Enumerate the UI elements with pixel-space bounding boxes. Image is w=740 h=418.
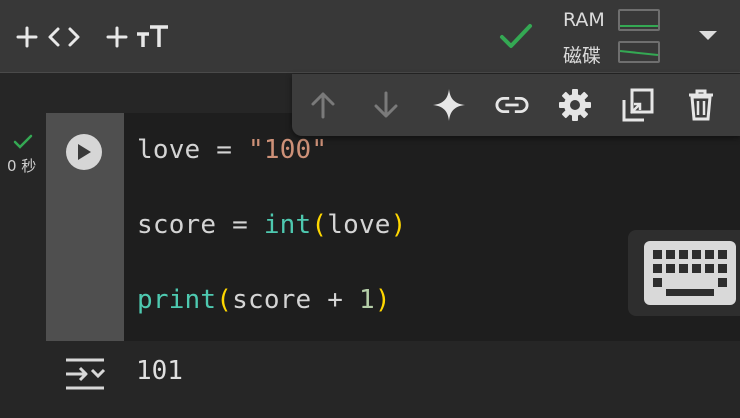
add-code-icon [16,26,80,48]
add-code-button[interactable] [14,18,84,56]
mirror-cell-icon [622,88,654,122]
output-actions-icon[interactable] [64,356,106,396]
code-token: score + [232,285,359,315]
ram-label: RAM [563,9,605,31]
sparkle-icon [433,89,465,121]
add-text-icon [106,25,168,48]
disk-usage-meter[interactable] [618,41,660,63]
code-token: ( [216,285,233,315]
code-token: love = [137,135,248,165]
arrow-up-icon [311,92,335,119]
add-text-button[interactable] [104,18,174,56]
code-token: int [263,210,312,240]
code-token: "100" [247,135,328,165]
code-token: print [137,285,217,315]
code-line-2[interactable]: score = int(love) [137,210,407,240]
code-token: score = [137,210,264,240]
code-line-3[interactable]: print(score + 1) [137,285,391,315]
play-icon [78,144,91,160]
code-token: ) [390,210,407,240]
ram-usage-meter[interactable] [618,9,660,31]
execution-time: 0 秒 [7,157,37,175]
link-icon [495,96,529,114]
cell-output-text: 101 [136,356,183,386]
cell-toolbar [292,74,740,136]
code-line-1[interactable]: love = "100" [137,135,327,165]
move-cell-down-button[interactable] [369,88,403,122]
arrow-down-icon [374,91,398,118]
cell-settings-button[interactable] [558,88,592,122]
code-token: love [327,210,391,240]
keyboard-icon [644,241,736,305]
code-token: ) [374,285,391,315]
mirror-cell-button[interactable] [621,88,655,122]
gear-icon [559,89,591,121]
disk-label: 磁碟 [563,45,602,67]
execution-success-icon [13,134,33,154]
gemini-button[interactable] [432,88,466,122]
chevron-down-icon[interactable] [697,28,719,47]
trash-icon [689,89,713,121]
move-cell-up-button[interactable] [306,88,340,122]
connected-check-icon[interactable] [498,20,534,56]
code-token: ( [311,210,328,240]
run-cell-button[interactable] [66,134,102,170]
delete-cell-button[interactable] [684,88,718,122]
code-token: 1 [358,285,375,315]
copy-link-button[interactable] [495,88,529,122]
keyboard-toggle-button[interactable] [628,230,740,316]
top-toolbar: RAM 磁碟 [0,0,740,73]
